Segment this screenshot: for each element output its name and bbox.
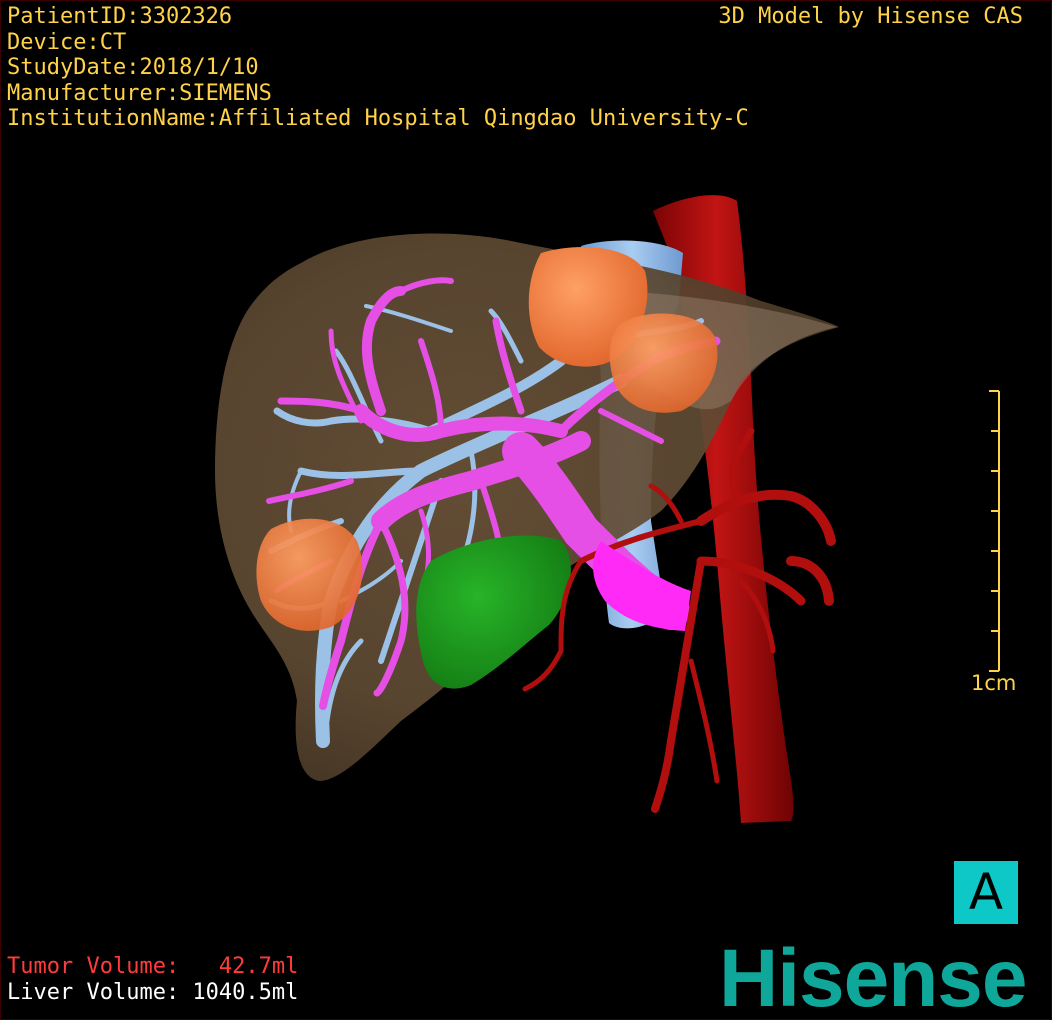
manufacturer: Manufacturer:SIEMENS [7, 80, 272, 106]
study-date: StudyDate:2018/1/10 [7, 55, 259, 80]
tumor-left [256, 518, 363, 631]
scale-bar [989, 390, 1000, 672]
volume-readout: Tumor Volume: 42.7ml Liver Volume: 1040.… [7, 954, 298, 1005]
liver-3d-model[interactable] [1, 1, 1052, 1020]
model-credit: 3D Model by Hisense CAS [718, 4, 1023, 29]
patient-id: PatientID:3302326 [7, 4, 233, 29]
3d-viewport[interactable]: PatientID:3302326 Device:CT StudyDate:20… [0, 0, 1052, 1020]
device: Device:CT [7, 29, 127, 55]
tumor-volume: Tumor Volume: 42.7ml [7, 954, 299, 979]
gallbladder [416, 535, 571, 689]
hisense-logo: Hisense [719, 933, 1028, 1020]
institution-name: InstitutionName:Affiliated Hospital Qing… [7, 106, 749, 131]
scale-label: 1cm [971, 671, 1017, 695]
liver-volume: Liver Volume: 1040.5ml [7, 979, 299, 1005]
orientation-badge[interactable]: A [954, 861, 1018, 924]
patient-info-overlay: PatientID:3302326 Device:CT StudyDate:20… [7, 4, 749, 132]
